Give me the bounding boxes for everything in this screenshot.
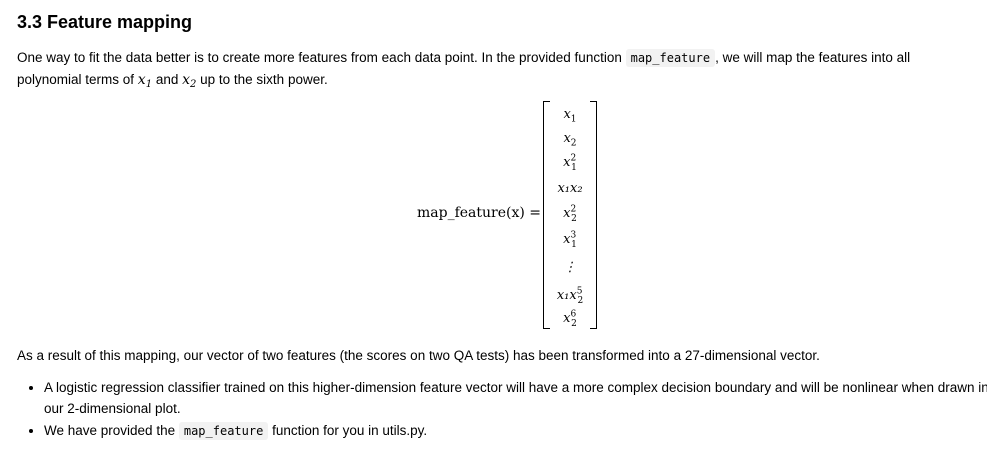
- map-feature-code: map_feature: [625, 49, 716, 67]
- entry-sub: 1: [570, 114, 577, 125]
- entry-sub: 2: [577, 295, 584, 306]
- section-heading: 3.3 Feature mapping: [17, 12, 193, 32]
- bullet2-text-b: function for you in utils.py.: [268, 423, 428, 438]
- entry-sub: 2: [571, 318, 577, 329]
- bullet-item-utils: We have provided the map_feature functio…: [44, 420, 987, 442]
- result-paragraph: As a result of this mapping, our vector …: [17, 348, 820, 363]
- entry-base: x: [563, 107, 571, 122]
- var-x1-sub: 1: [145, 79, 153, 90]
- entry-base: x: [563, 131, 571, 146]
- bullet-item-classifier: A logistic regression classifier trained…: [44, 377, 987, 419]
- intro-paragraph: One way to fit the data better is to cre…: [17, 47, 972, 92]
- intro-text-a: One way to fit the data better is to cre…: [17, 50, 626, 65]
- var-x1: x1: [137, 72, 153, 90]
- vector-entry-x1: x1: [552, 107, 588, 125]
- var-x1-base: x: [137, 72, 146, 88]
- vector-entry-x1x2-fifth: x₁x52: [552, 287, 588, 306]
- bullet2-text-a: We have provided the: [44, 423, 179, 438]
- vector-entry-x2-sixth: x62: [552, 310, 588, 329]
- var-x2: x2: [182, 72, 197, 90]
- entry-sub: 1: [571, 239, 577, 250]
- entry-sub: 2: [570, 138, 577, 149]
- vector-entry-x1x2: x₁x₂: [552, 181, 588, 197]
- equation-lhs: map_feature(x) =: [417, 205, 542, 221]
- intro-text-d: up to the sixth power.: [196, 72, 328, 87]
- var-x2-sub: 2: [190, 79, 197, 90]
- vector-entry-vdots: ⋮: [552, 260, 588, 276]
- entry-vdots: ⋮: [563, 260, 577, 275]
- vector-entry-x2-squared: x22: [552, 205, 588, 224]
- entry-sub: 2: [571, 213, 577, 224]
- var-x2-base: x: [182, 72, 191, 88]
- map-feature-code-2: map_feature: [178, 422, 269, 440]
- vector-entry-x2: x2: [552, 131, 588, 149]
- vector-right-bracket: [590, 101, 597, 329]
- bullet-list: A logistic regression classifier trained…: [17, 377, 987, 443]
- entry-base: x₁x: [556, 288, 577, 303]
- intro-text-c: and: [152, 72, 183, 87]
- vector-entry-x1-squared: x21: [552, 154, 588, 173]
- entry-sub: 1: [571, 162, 577, 173]
- vector-entry-x1-cubed: x31: [552, 231, 588, 250]
- entry-base: x₁x₂: [557, 181, 583, 196]
- vector-left-bracket: [543, 101, 550, 329]
